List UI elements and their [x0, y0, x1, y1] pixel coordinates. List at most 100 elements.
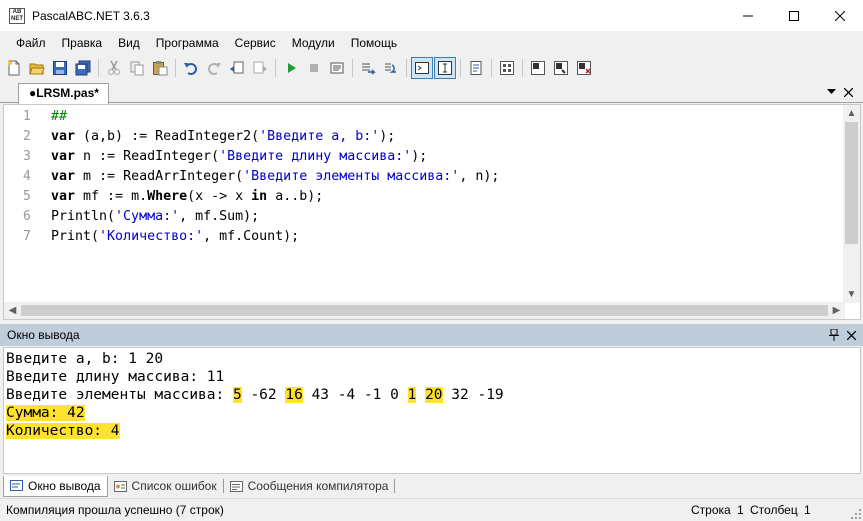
- code-line[interactable]: Println('Сумма:', mf.Sum);: [51, 207, 499, 227]
- code-line[interactable]: var (a,b) := ReadInteger2('Введите a, b:…: [51, 127, 499, 147]
- save-button[interactable]: [49, 57, 71, 79]
- code-editor[interactable]: 1234567 ## var (a,b) := ReadInteger2('Вве…: [3, 104, 861, 320]
- undo-button[interactable]: [180, 57, 202, 79]
- step-over-button[interactable]: [380, 57, 402, 79]
- document-tab[interactable]: ●LRSM.pas*: [18, 83, 109, 104]
- code-text: Print(: [51, 229, 100, 244]
- copy-button[interactable]: [126, 57, 148, 79]
- code-line[interactable]: var n := ReadInteger('Введите длину масс…: [51, 147, 499, 167]
- toolbar-separator: [98, 59, 99, 77]
- scroll-up-icon[interactable]: ▲: [843, 105, 860, 122]
- navigate-back-button[interactable]: [226, 57, 248, 79]
- output-text-area[interactable]: Введите a, b: 1 20 Введите длину массива:…: [3, 347, 861, 474]
- form-icon: [438, 61, 452, 75]
- code-line[interactable]: ##: [51, 107, 499, 127]
- tab-output-window[interactable]: Окно вывода: [3, 475, 108, 497]
- code-line[interactable]: Print('Количество:', mf.Count);: [51, 227, 499, 247]
- close-button[interactable]: [817, 0, 863, 31]
- cursor-row-value: 1: [737, 503, 744, 517]
- scroll-right-icon[interactable]: ▶: [828, 302, 845, 319]
- cursor-col-value: 1: [804, 503, 811, 517]
- code-text: a..b);: [267, 189, 324, 204]
- document-tab-strip: ●LRSM.pas*: [0, 81, 863, 104]
- app-logo-icon: AB NET: [9, 7, 25, 24]
- code-string: 'Сумма:': [115, 209, 180, 224]
- properties-button[interactable]: [496, 57, 518, 79]
- output-text: Введите длину массива: 11: [6, 369, 225, 385]
- scroll-left-icon[interactable]: ◀: [4, 302, 21, 319]
- status-message: Компиляция прошла успешно (7 строк): [6, 503, 224, 517]
- menu-program[interactable]: Программа: [148, 31, 227, 55]
- back-icon: [230, 61, 244, 74]
- menu-modules[interactable]: Модули: [284, 31, 343, 55]
- cursor-col-label: Столбец: [750, 503, 798, 517]
- close-tab-button[interactable]: [840, 84, 856, 100]
- menu-help[interactable]: Помощь: [343, 31, 405, 55]
- code-text: , n);: [459, 169, 500, 184]
- step-over-icon: [385, 63, 396, 73]
- pin-button[interactable]: [826, 327, 842, 343]
- navigate-forward-button[interactable]: [249, 57, 271, 79]
- code-text: (a,b) := ReadInteger2(: [75, 129, 260, 144]
- code-line[interactable]: var m := ReadArrInteger('Введите элемент…: [51, 167, 499, 187]
- minimize-button[interactable]: [725, 0, 771, 31]
- title-bar: AB NET PascalABC.NET 3.6.3: [0, 0, 863, 31]
- horizontal-scrollbar[interactable]: ◀ ▶: [4, 302, 845, 319]
- output-window-toggle[interactable]: [411, 57, 433, 79]
- code-area[interactable]: ## var (a,b) := ReadInteger2('Введите a, …: [51, 107, 499, 247]
- resize-grip-icon[interactable]: [851, 509, 861, 519]
- menu-file[interactable]: Файл: [8, 31, 54, 55]
- close-output-button[interactable]: [843, 327, 859, 343]
- cut-button[interactable]: [103, 57, 125, 79]
- minimize-icon: [743, 15, 753, 16]
- output-text: -62: [241, 387, 286, 403]
- tab-list-dropdown[interactable]: [823, 84, 839, 100]
- compile-icon: [554, 61, 568, 75]
- save-all-icon: [75, 60, 91, 76]
- save-all-button[interactable]: [72, 57, 94, 79]
- vertical-scroll-thumb[interactable]: [845, 122, 858, 244]
- new-file-button[interactable]: [3, 57, 25, 79]
- maximize-icon: [789, 10, 799, 21]
- line-number: 4: [23, 169, 31, 184]
- code-keyword: var: [51, 169, 76, 184]
- code-comment: ##: [51, 109, 68, 124]
- compile-button[interactable]: [550, 57, 572, 79]
- tab-output-window-label: Окно вывода: [28, 478, 101, 493]
- output-panel-header: Окно вывода: [0, 324, 863, 346]
- menu-service[interactable]: Сервис: [227, 31, 284, 55]
- run-button[interactable]: [280, 57, 302, 79]
- code-text: );: [379, 129, 396, 144]
- format-code-button[interactable]: [465, 57, 487, 79]
- maximize-button[interactable]: [771, 0, 817, 31]
- forward-icon: [253, 61, 267, 74]
- code-text: n := ReadInteger(: [75, 149, 220, 164]
- menu-view[interactable]: Вид: [110, 31, 148, 55]
- line-number: 5: [23, 189, 31, 204]
- chevron-down-icon: [826, 89, 836, 94]
- code-string: 'Введите длину массива:': [219, 149, 412, 164]
- step-into-button[interactable]: [357, 57, 379, 79]
- tab-error-list-label: Список ошибок: [131, 479, 217, 493]
- debug-button[interactable]: [326, 57, 348, 79]
- paste-button[interactable]: [149, 57, 171, 79]
- form-view-toggle[interactable]: [434, 57, 456, 79]
- redo-button[interactable]: [203, 57, 225, 79]
- output-text: Введите a, b: 1 20: [6, 351, 164, 367]
- rebuild-button[interactable]: [573, 57, 595, 79]
- open-file-button[interactable]: [26, 57, 48, 79]
- menu-edit[interactable]: Правка: [54, 31, 111, 55]
- tab-error-list[interactable]: Список ошибок: [108, 476, 223, 497]
- scroll-down-icon[interactable]: ▼: [843, 286, 860, 303]
- vertical-scrollbar[interactable]: ▲ ▼: [843, 105, 860, 303]
- line-number: 2: [23, 129, 31, 144]
- stop-button[interactable]: [303, 57, 325, 79]
- close-icon: [846, 330, 856, 340]
- code-line[interactable]: var mf := m.Where(x -> x in a..b);: [51, 187, 499, 207]
- tab-compiler-messages[interactable]: Сообщения компилятора: [224, 476, 395, 497]
- dotnet-button[interactable]: [527, 57, 549, 79]
- horizontal-scroll-thumb[interactable]: [21, 305, 828, 316]
- code-keyword: in: [251, 189, 268, 204]
- compiler-messages-icon: [229, 480, 243, 492]
